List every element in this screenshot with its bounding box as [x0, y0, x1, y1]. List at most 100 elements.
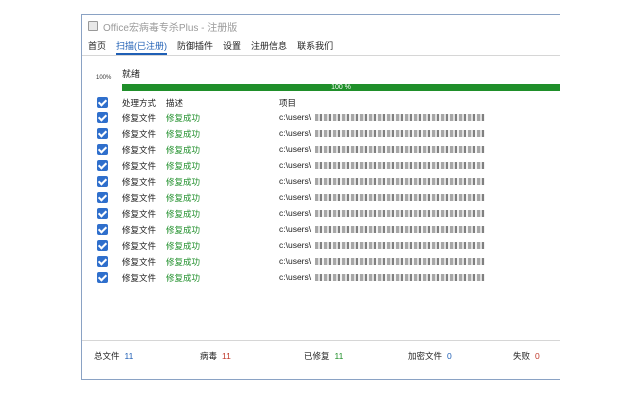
- total-label: 总文件: [94, 351, 120, 361]
- row-desc: 修复成功: [166, 129, 201, 139]
- row-path-text: c:\users\: [279, 272, 312, 282]
- table-row[interactable]: 修复文件 修复成功 c:\users\: [82, 159, 560, 173]
- stat-total: 总文件 11: [94, 350, 133, 362]
- menu-home[interactable]: 首页: [88, 39, 106, 55]
- title-bar: Office宏病毒专杀Plus - 注册版: [82, 15, 560, 37]
- redacted-path: [315, 274, 486, 282]
- row-method: 修复文件: [122, 113, 157, 123]
- redacted-path: [315, 162, 486, 170]
- row-desc: 修复成功: [166, 209, 201, 219]
- table-row[interactable]: 修复文件 修复成功 c:\users\: [82, 207, 560, 221]
- table-row[interactable]: 修复文件 修复成功 c:\users\: [82, 223, 560, 237]
- menu-registration-info[interactable]: 注册信息: [251, 39, 287, 55]
- redacted-path: [315, 242, 486, 250]
- table-row[interactable]: 修复文件 修复成功 c:\users\: [82, 127, 560, 141]
- row-method: 修复文件: [122, 145, 157, 155]
- column-method[interactable]: 处理方式: [122, 97, 156, 109]
- row-desc: 修复成功: [166, 241, 201, 251]
- row-path-text: c:\users\: [279, 128, 312, 138]
- footer-divider: [82, 340, 560, 341]
- row-path: c:\users\: [279, 272, 486, 282]
- redacted-path: [315, 178, 486, 186]
- virus-label: 病毒: [200, 351, 218, 361]
- row-desc: 修复成功: [166, 161, 201, 171]
- total-value: 11: [124, 351, 134, 361]
- row-checkbox[interactable]: [97, 256, 108, 267]
- row-path-text: c:\users\: [279, 160, 312, 170]
- table-row[interactable]: 修复文件 修复成功 c:\users\: [82, 191, 560, 205]
- progress-fill: 100 %: [122, 84, 560, 91]
- row-checkbox[interactable]: [97, 144, 108, 155]
- row-path-text: c:\users\: [279, 256, 312, 266]
- fixed-label: 已修复: [304, 351, 330, 361]
- row-checkbox[interactable]: [97, 272, 108, 283]
- row-path: c:\users\: [279, 256, 486, 266]
- row-path: c:\users\: [279, 240, 486, 250]
- row-method: 修复文件: [122, 129, 157, 139]
- redacted-path: [315, 226, 486, 234]
- progress-label: 100 %: [331, 84, 351, 91]
- redacted-path: [315, 146, 486, 154]
- row-checkbox[interactable]: [97, 208, 108, 219]
- row-path: c:\users\: [279, 208, 486, 218]
- row-path-text: c:\users\: [279, 224, 312, 234]
- row-path: c:\users\: [279, 128, 486, 138]
- redacted-path: [315, 258, 486, 266]
- redacted-path: [315, 194, 486, 202]
- row-path-text: c:\users\: [279, 144, 312, 154]
- column-path[interactable]: 项目: [279, 97, 296, 109]
- redacted-path: [315, 130, 486, 138]
- menu-contact-us[interactable]: 联系我们: [297, 39, 333, 55]
- row-desc: 修复成功: [166, 113, 201, 123]
- table-header: 处理方式 描述 项目: [82, 96, 560, 110]
- row-method: 修复文件: [122, 225, 157, 235]
- menu-settings[interactable]: 设置: [223, 39, 241, 55]
- row-checkbox[interactable]: [97, 176, 108, 187]
- row-desc: 修复成功: [166, 193, 201, 203]
- stat-virus: 病毒 11: [200, 350, 231, 362]
- scan-status: 100% 就绪 100 %: [82, 65, 560, 95]
- percent-small: 100%: [96, 75, 112, 81]
- status-text: 就绪: [122, 69, 141, 79]
- row-checkbox[interactable]: [97, 192, 108, 203]
- row-checkbox[interactable]: [97, 160, 108, 171]
- table-row[interactable]: 修复文件 修复成功 c:\users\: [82, 175, 560, 189]
- row-path: c:\users\: [279, 176, 486, 186]
- row-path: c:\users\: [279, 160, 486, 170]
- progress-bar: 100 %: [122, 84, 560, 91]
- menu-divider: [82, 55, 560, 56]
- table-row[interactable]: 修复文件 修复成功 c:\users\: [82, 271, 560, 285]
- row-checkbox[interactable]: [97, 224, 108, 235]
- row-method: 修复文件: [122, 161, 157, 171]
- row-desc: 修复成功: [166, 273, 201, 283]
- row-path-text: c:\users\: [279, 192, 312, 202]
- row-path-text: c:\users\: [279, 112, 312, 122]
- stat-fixed: 已修复 11: [304, 350, 343, 362]
- row-desc: 修复成功: [166, 177, 201, 187]
- failed-value: 0: [535, 351, 540, 361]
- row-path: c:\users\: [279, 144, 486, 154]
- column-desc[interactable]: 描述: [166, 97, 183, 109]
- menu-scan[interactable]: 扫描(已注册): [116, 39, 168, 55]
- table-row[interactable]: 修复文件 修复成功 c:\users\: [82, 239, 560, 253]
- select-all-checkbox[interactable]: [97, 97, 108, 108]
- menu-defense-plugin[interactable]: 防御插件: [177, 39, 213, 55]
- row-checkbox[interactable]: [97, 128, 108, 139]
- row-desc: 修复成功: [166, 225, 201, 235]
- redacted-path: [315, 114, 486, 122]
- stat-failed: 失败 0: [513, 350, 540, 362]
- app-icon: [88, 21, 98, 31]
- encrypted-label: 加密文件: [408, 351, 443, 361]
- virus-value: 11: [222, 351, 231, 361]
- row-path: c:\users\: [279, 192, 486, 202]
- row-desc: 修复成功: [166, 257, 201, 267]
- table-row[interactable]: 修复文件 修复成功 c:\users\: [82, 143, 560, 157]
- row-path-text: c:\users\: [279, 208, 312, 218]
- table-row[interactable]: 修复文件 修复成功 c:\users\: [82, 255, 560, 269]
- row-method: 修复文件: [122, 177, 157, 187]
- app-window: Office宏病毒专杀Plus - 注册版 首页 扫描(已注册) 防御插件 设置…: [81, 14, 560, 380]
- row-checkbox[interactable]: [97, 240, 108, 251]
- row-method: 修复文件: [122, 241, 157, 251]
- row-checkbox[interactable]: [97, 112, 108, 123]
- table-row[interactable]: 修复文件 修复成功 c:\users\: [82, 111, 560, 125]
